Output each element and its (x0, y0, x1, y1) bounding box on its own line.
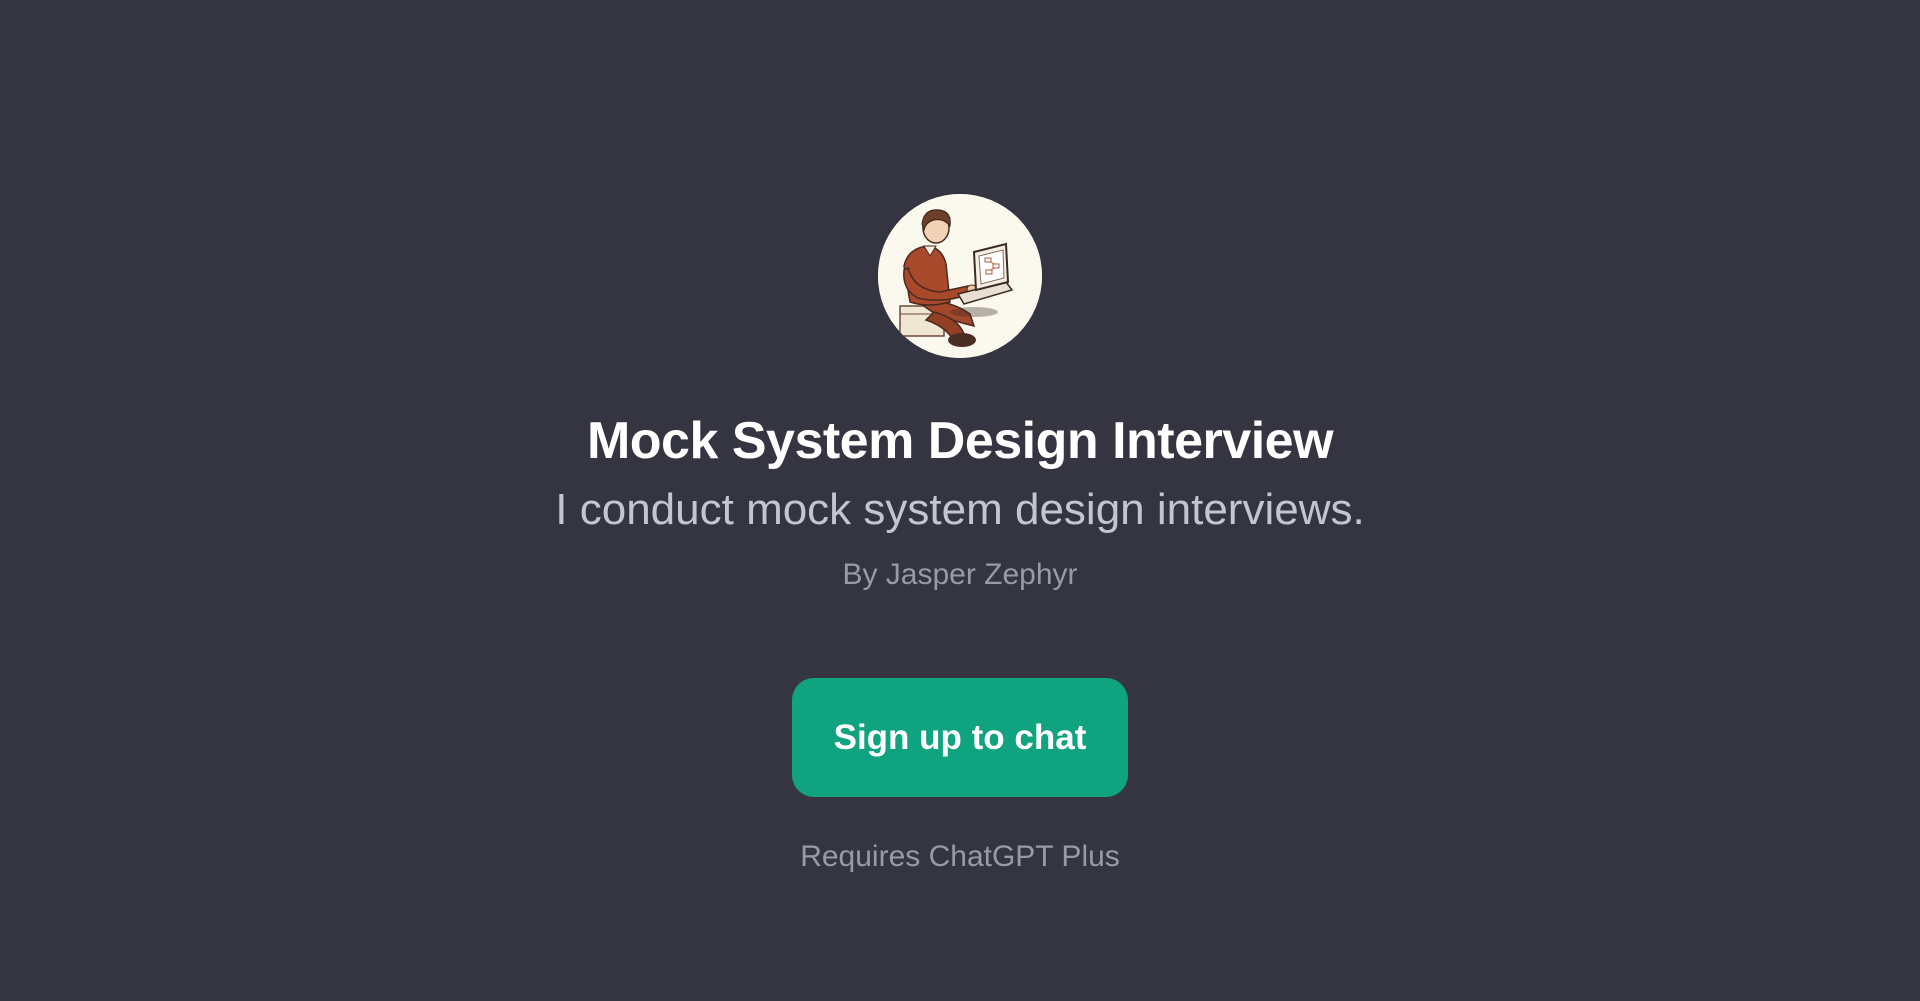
plan-requirement-note: Requires ChatGPT Plus (800, 840, 1120, 873)
sign-up-to-chat-button[interactable]: Sign up to chat (792, 678, 1128, 797)
gpt-title: Mock System Design Interview (586, 412, 1334, 470)
gpt-avatar (878, 194, 1042, 358)
gpt-author: By Jasper Zephyr (842, 558, 1078, 591)
gpt-landing-page: Mock System Design Interview I conduct m… (0, 0, 1920, 1001)
person-with-laptop-icon (878, 194, 1042, 358)
gpt-description: I conduct mock system design interviews. (555, 485, 1365, 534)
